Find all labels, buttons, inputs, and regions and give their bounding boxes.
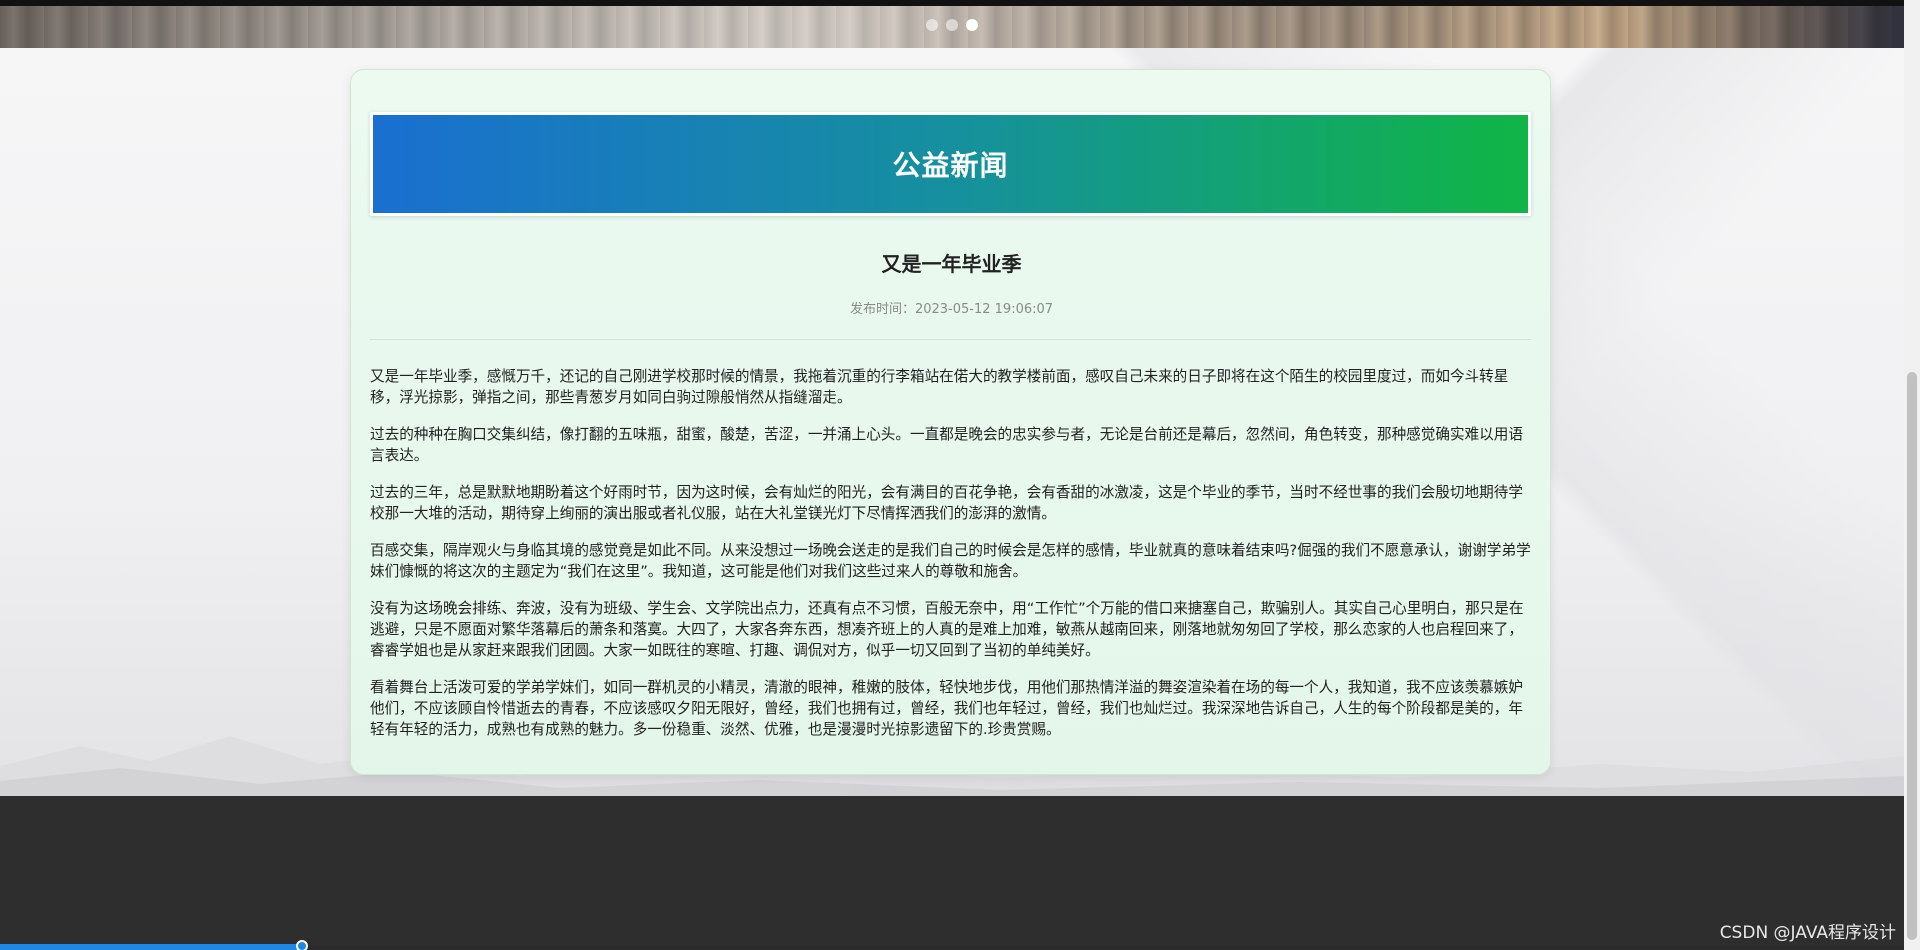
article-paragraph: 没有为这场晚会排练、奔波，没有为班级、学生会、文学院出点力，还真有点不习惯，百般…	[370, 600, 1524, 659]
article-paragraph: 过去的种种在胸口交集纠结，像打翻的五味瓶，甜蜜，酸楚，苦涩，一并涌上心头。一直都…	[370, 426, 1523, 464]
section-header: 公益新闻	[370, 112, 1531, 216]
carousel-dot-3[interactable]	[966, 19, 978, 31]
publish-label: 发布时间：	[849, 302, 915, 317]
article-paragraph: 看着舞台上活泼可爱的学弟学妹们，如同一群机灵的小精灵，清澈的眼神，稚嫩的肢体，轻…	[370, 679, 1523, 738]
carousel-dots	[926, 19, 978, 31]
scrollbar[interactable]	[1904, 0, 1920, 950]
scrollbar-thumb[interactable]	[1907, 372, 1917, 940]
banner-carousel[interactable]	[0, 6, 1904, 48]
article-paragraph: 又是一年毕业季，感慨万千，还记的自己刚进学校那时候的情景，我拖着沉重的行李箱站在…	[370, 368, 1509, 406]
video-progress-handle[interactable]	[296, 940, 308, 950]
article-paragraph: 百感交集，隔岸观火与身临其境的感觉竟是如此不同。从来没想过一场晚会送走的是我们自…	[370, 542, 1531, 580]
article-title: 又是一年毕业季	[881, 252, 1022, 276]
publish-time: 2023-05-12 19:06:07	[914, 302, 1054, 317]
section-title: 公益新闻	[892, 149, 1009, 182]
news-card: 公益新闻 又是一年毕业季 发布时间：2023-05-12 19:06:07 又是…	[350, 69, 1551, 775]
footer	[0, 796, 1904, 946]
video-progress-bar[interactable]	[0, 944, 300, 950]
article-paragraph: 过去的三年，总是默默地期盼着这个好雨时节，因为这时候，会有灿烂的阳光，会有满目的…	[370, 484, 1523, 522]
article-body: 又是一年毕业季，感慨万千，还记的自己刚进学校那时候的情景，我拖着沉重的行李箱站在…	[370, 366, 1533, 756]
publish-info: 发布时间：2023-05-12 19:06:07	[351, 298, 1552, 317]
watermark: CSDN @JAVA程序设计	[1719, 923, 1896, 943]
divider	[370, 339, 1531, 340]
carousel-dot-2[interactable]	[946, 19, 958, 31]
carousel-dot-1[interactable]	[926, 19, 938, 31]
browser-viewport: 公益新闻 又是一年毕业季 发布时间：2023-05-12 19:06:07 又是…	[0, 0, 1904, 950]
